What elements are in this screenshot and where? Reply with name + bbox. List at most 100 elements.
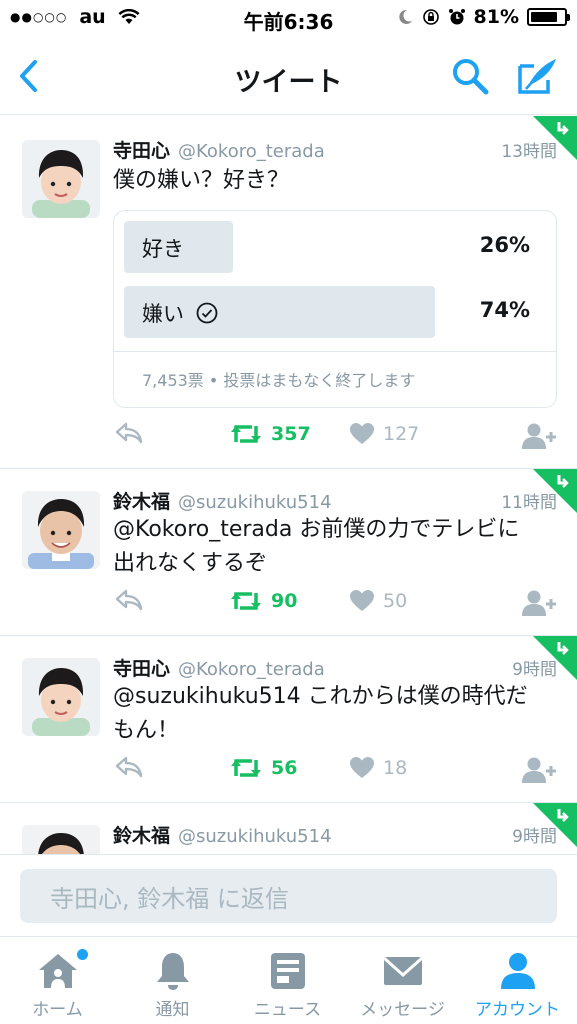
tweet-text-line: @Kokoro_terada お前僕の力でテレビに (113, 517, 520, 542)
reply-button[interactable] (115, 589, 143, 611)
battery-fill (531, 12, 557, 22)
like-count: 18 (383, 757, 408, 779)
retweet-button[interactable]: 90 (229, 589, 297, 613)
tweet-item[interactable]: 寺田心 @Kokoro_terada 13時間 僕の嫌い？好き？ 好き 26% … (0, 116, 577, 469)
retweet-count: 357 (271, 423, 311, 445)
rotation-lock-icon (422, 9, 439, 25)
tab-home[interactable]: ホーム (0, 937, 115, 1024)
like-button[interactable]: 127 (349, 422, 419, 446)
tab-label: ニュース (253, 1000, 322, 1020)
tweet-text: 僕の嫌い？好き？ (113, 168, 290, 193)
tweet-time: 13時間 (501, 142, 557, 162)
avatar-image (22, 491, 100, 569)
follow-icon (522, 757, 556, 783)
poll-option-label: 嫌い (142, 298, 218, 328)
poll-option-text: 嫌い (142, 302, 184, 326)
reply-button[interactable] (115, 756, 143, 778)
like-count: 50 (383, 590, 408, 612)
follow-button[interactable] (521, 422, 557, 450)
avatar-image (22, 140, 100, 218)
page-title: ツイート (234, 67, 343, 98)
like-count: 127 (383, 423, 420, 445)
alarm-icon (448, 9, 465, 25)
tweet-time: 9時間 (512, 827, 557, 847)
tweet-item[interactable]: 鈴木福 @suzukihuku514 11時間 @Kokoro_terada お… (0, 469, 577, 636)
reply-icon (115, 422, 143, 444)
retweet-count: 56 (271, 757, 298, 779)
tab-messages[interactable]: メッセージ (345, 937, 460, 1024)
poll-option-percent: 26% (479, 233, 530, 257)
poll-divider (114, 351, 556, 352)
news-icon (270, 953, 305, 989)
tweet-text: @suzukihuku514 これからは僕の時代だ もん！ (113, 680, 557, 748)
avatar-image (22, 825, 100, 854)
reply-input[interactable]: 寺田心, 鈴木福 に返信 (20, 869, 557, 923)
reply-area: 寺田心, 鈴木福 に返信 (0, 854, 577, 936)
battery-tip (567, 14, 570, 21)
tweet-actions: 357 127 (113, 422, 557, 452)
retweet-button[interactable]: 56 (229, 756, 297, 780)
tweet-text: @Kokoro_terada お前僕の力でテレビに 出れなくするぞ (113, 513, 557, 581)
tab-label: ホーム (32, 1000, 83, 1020)
poll-option-label: 好き (142, 233, 184, 263)
tweet-author-handle[interactable]: @suzukihuku514 (178, 492, 332, 513)
tab-news[interactable]: ニュース (230, 937, 345, 1024)
follow-button[interactable] (521, 756, 557, 784)
retweet-button[interactable]: 357 (229, 422, 311, 446)
tab-notifications[interactable]: 通知 (115, 937, 230, 1024)
poll-option: 好き 26% (124, 221, 530, 273)
tweet-actions: 56 18 (113, 756, 557, 786)
check-circle-icon (196, 302, 218, 324)
tweet-item[interactable]: 寺田心 @Kokoro_terada 9時間 @suzukihuku514 これ… (0, 636, 577, 803)
heart-icon (350, 423, 374, 444)
tweet-author-name[interactable]: 寺田心 (113, 654, 170, 681)
notification-dot (77, 949, 88, 960)
bell-icon (156, 953, 189, 990)
tweet-item[interactable]: 鈴木福 @suzukihuku514 9時間 (0, 803, 577, 854)
poll-footer: 7,453票 • 投票はまもなく終了します (142, 371, 416, 390)
avatar[interactable] (22, 491, 100, 569)
retweet-icon (231, 425, 261, 443)
retweet-icon (231, 759, 261, 777)
nav-bar: ツイート (0, 38, 577, 115)
avatar[interactable] (22, 825, 100, 854)
tweet-author-name[interactable]: 寺田心 (113, 136, 170, 163)
moon-icon (398, 9, 412, 24)
tweet-author-name[interactable]: 鈴木福 (113, 487, 170, 514)
status-bar: ●●○○○ au 午前6:36 81% (0, 0, 577, 38)
compose-icon[interactable] (516, 56, 558, 96)
tab-account[interactable]: アカウント (460, 937, 575, 1024)
tweet-author-name[interactable]: 鈴木福 (113, 821, 170, 848)
like-button[interactable]: 50 (349, 589, 407, 613)
reply-icon (115, 589, 143, 611)
tweet-text-line: @suzukihuku514 これからは僕の時代だ (113, 684, 528, 709)
tweet-author-handle[interactable]: @Kokoro_terada (178, 141, 325, 162)
tweet-header: 鈴木福 @suzukihuku514 9時間 (113, 821, 557, 848)
tweet-text-line: 出れなくするぞ (113, 551, 268, 576)
search-icon[interactable] (450, 56, 490, 96)
tweet-time: 11時間 (501, 493, 557, 513)
follow-button[interactable] (521, 589, 557, 617)
tweet-header: 寺田心 @Kokoro_terada 13時間 (113, 136, 557, 163)
tweet-author-handle[interactable]: @Kokoro_terada (178, 659, 325, 680)
retweet-icon (231, 592, 261, 610)
avatar[interactable] (22, 658, 100, 736)
poll-option-percent: 74% (479, 298, 530, 322)
tweet-header: 寺田心 @Kokoro_terada 9時間 (113, 654, 557, 681)
follow-icon (522, 423, 556, 449)
tweet-author-handle[interactable]: @suzukihuku514 (178, 826, 332, 847)
follow-icon (522, 590, 556, 616)
poll: 好き 26% 嫌い 74% 7,453票 • 投票はまもなく終了します (113, 210, 557, 408)
envelope-icon (382, 956, 423, 985)
poll-option-text: 好き (142, 237, 184, 261)
home-icon (38, 954, 77, 988)
heart-icon (350, 757, 374, 778)
avatar[interactable] (22, 140, 100, 218)
reply-button[interactable] (115, 422, 143, 444)
heart-icon (350, 590, 374, 611)
tweet-time: 9時間 (512, 660, 557, 680)
like-button[interactable]: 18 (349, 756, 407, 780)
avatar-image (22, 658, 100, 736)
tab-label: 通知 (155, 1000, 190, 1020)
poll-option: 嫌い 74% (124, 286, 530, 338)
